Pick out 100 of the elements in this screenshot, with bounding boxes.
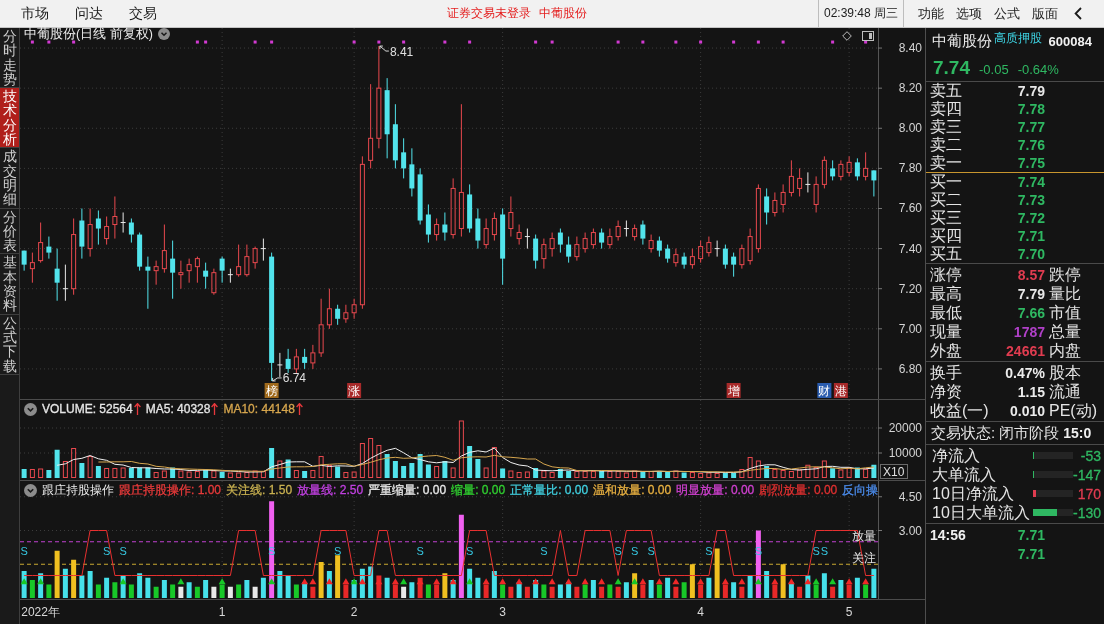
side-tab[interactable]: 基本资料 <box>0 254 19 315</box>
candlestick <box>681 252 687 270</box>
order-book-label: 卖一 <box>930 154 963 172</box>
candlestick <box>285 348 291 374</box>
chevron-left-icon[interactable] <box>1074 7 1082 20</box>
signal-label: S <box>333 544 342 557</box>
candlestick <box>62 264 69 302</box>
volume-bar <box>29 469 35 478</box>
candlestick <box>211 268 217 296</box>
order-book-price: 7.79 <box>1016 83 1045 99</box>
tick-time: 14:56 <box>930 526 967 543</box>
side-tab[interactable]: 技术分析 <box>0 88 19 149</box>
indicator-bar <box>112 582 118 598</box>
volume-bar <box>219 472 225 478</box>
triangle-marker <box>845 578 853 585</box>
candlestick <box>417 167 423 226</box>
volume-bar <box>434 466 440 478</box>
candlestick <box>524 228 531 250</box>
indicator-bar <box>392 584 398 598</box>
candlestick <box>219 256 225 284</box>
volume-bar <box>104 468 110 478</box>
volume-bar <box>153 472 159 478</box>
stat-value: 8.57 <box>1016 266 1045 283</box>
indicator-bar <box>46 584 52 598</box>
candlestick <box>516 224 522 246</box>
stat-value: 0.47% <box>1004 364 1045 381</box>
candlestick <box>673 248 679 268</box>
volume-bar <box>854 467 860 478</box>
indicator-bar <box>714 548 720 598</box>
indicator-bar <box>656 584 662 598</box>
menu-item[interactable]: 市场 <box>8 0 62 27</box>
side-tab[interactable]: 公式下载 <box>0 314 19 375</box>
axis-label: 8.00 <box>898 121 922 136</box>
signal-label: S <box>705 544 713 557</box>
indicator-title: 跟庄持股操作 <box>42 483 114 497</box>
indicator-bar <box>706 577 712 598</box>
indicator-bar <box>434 584 440 598</box>
triangle-marker <box>754 578 762 585</box>
indicator-bar <box>104 577 110 598</box>
indicator-bar <box>582 584 588 598</box>
status-label: 交易状态: <box>931 423 996 443</box>
menu-item[interactable]: 公式 <box>988 0 1026 27</box>
event-tag: 增 <box>726 383 741 398</box>
volume-bar <box>475 459 481 478</box>
axis-label: 4.50 <box>898 489 922 504</box>
candlestick <box>54 248 60 302</box>
candlestick <box>318 298 324 358</box>
volume-bar <box>302 471 308 478</box>
chevron-circle-icon[interactable] <box>24 402 37 416</box>
side-tab[interactable]: 分价表 <box>0 208 19 255</box>
volume-bar <box>681 472 687 478</box>
candlestick <box>599 228 605 250</box>
menu-item[interactable]: 交易 <box>116 0 170 27</box>
stat-label: 收益(一) <box>930 401 990 420</box>
signal-label: S <box>630 544 639 557</box>
volume-bar <box>128 468 134 478</box>
indicator-bar <box>368 566 374 598</box>
status-value: 闭市阶段 <box>999 423 1060 443</box>
volume-bar <box>557 469 563 478</box>
triangle-marker <box>37 578 45 585</box>
triangle-marker <box>721 578 729 585</box>
price-annotation: 8.41 <box>379 45 414 60</box>
flow-value: 170 <box>1076 485 1101 502</box>
candlestick <box>698 240 704 264</box>
order-book-label: 买四 <box>930 227 963 245</box>
panel-icon[interactable] <box>862 31 874 41</box>
volume-bar <box>838 469 844 478</box>
candlestick <box>623 220 630 238</box>
triangle-marker <box>655 578 663 585</box>
candlestick <box>450 177 456 240</box>
order-book-label: 买二 <box>930 191 963 209</box>
menu-item[interactable]: 功能 <box>912 0 950 27</box>
price-change-percent: -0.64% <box>1017 62 1059 77</box>
order-book-price: 7.77 <box>1016 119 1045 135</box>
candlestick <box>186 258 192 284</box>
volume-bar <box>277 460 283 478</box>
candlestick <box>607 228 613 250</box>
menu-item[interactable]: 问达 <box>62 0 116 27</box>
menu-item[interactable]: 版面 <box>1026 0 1064 27</box>
side-tab[interactable]: 成交明细 <box>0 148 19 209</box>
indicator-bar <box>186 582 192 598</box>
candlestick <box>178 260 184 290</box>
volume-bar <box>359 443 365 478</box>
volume-bar <box>335 466 341 478</box>
menu-item[interactable]: 选项 <box>950 0 988 27</box>
indicator-bar <box>590 580 596 598</box>
indicator-bar <box>500 584 506 598</box>
flow-value: -147 <box>1073 466 1102 483</box>
indicator-bar <box>145 577 151 598</box>
volume-bar <box>269 448 275 478</box>
candlestick <box>557 228 563 254</box>
chevron-circle-icon[interactable] <box>24 483 37 497</box>
volume-bar <box>87 456 93 478</box>
indicator-bar <box>161 580 167 598</box>
candlestick <box>739 244 745 270</box>
volume-bar <box>401 466 407 478</box>
chevron-circle-icon[interactable] <box>157 28 170 40</box>
volume-bar <box>516 472 522 478</box>
volume-bar <box>871 464 877 478</box>
diamond-icon[interactable] <box>842 31 852 41</box>
